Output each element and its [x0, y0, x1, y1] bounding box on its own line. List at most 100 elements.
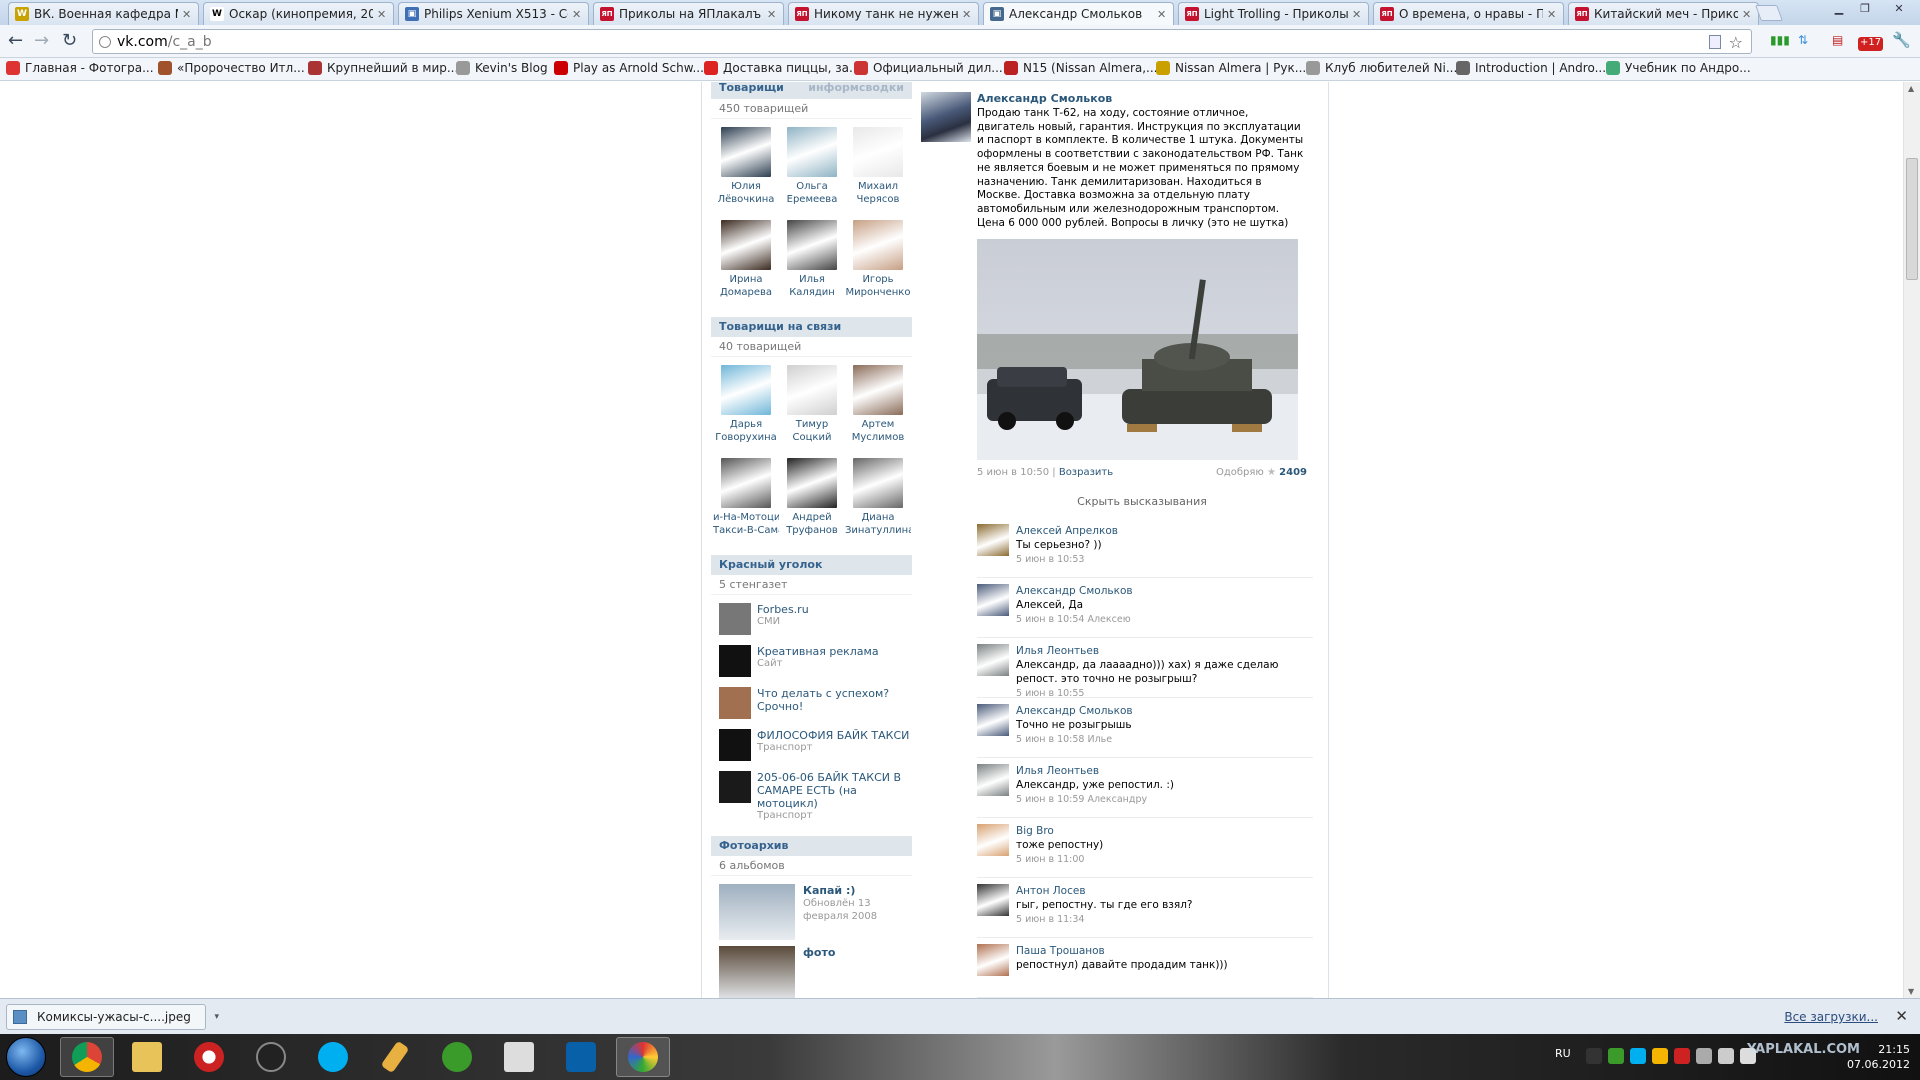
album-item[interactable]: Капай :) Обновлён 13 февраля 2008: [711, 878, 912, 940]
friend-avatar[interactable]: [721, 458, 771, 508]
comment-author[interactable]: Антон Лосев: [1016, 884, 1193, 898]
stats-extension-icon[interactable]: ▮▮▮: [1770, 33, 1790, 51]
download-menu-chevron-icon[interactable]: ▾: [214, 1012, 219, 1022]
friends-header[interactable]: Товарищи информсводки: [711, 82, 912, 99]
taskbar-winamp[interactable]: [244, 1037, 298, 1077]
friend-avatar[interactable]: [853, 127, 903, 177]
minimize-icon[interactable]: ▁: [1826, 0, 1852, 17]
comment-avatar[interactable]: [977, 644, 1009, 677]
friend-avatar[interactable]: [787, 365, 837, 415]
friend-first-name[interactable]: Артем: [845, 418, 911, 431]
taskbar-utorrent[interactable]: [430, 1037, 484, 1077]
comment-avatar[interactable]: [977, 704, 1009, 737]
album-cover[interactable]: [719, 884, 795, 940]
page-info-icon[interactable]: [99, 35, 111, 48]
friend-last-name[interactable]: Соцкий: [779, 431, 845, 444]
new-tab-button[interactable]: [1755, 5, 1783, 21]
system-clock[interactable]: 21:15 07.06.2012: [1847, 1042, 1910, 1072]
back-arrow-icon[interactable]: ←: [8, 32, 23, 50]
taskbar-explorer[interactable]: [120, 1037, 174, 1077]
tab-close-icon[interactable]: ✕: [1547, 8, 1559, 21]
comment-author[interactable]: Big Bro: [1016, 824, 1103, 838]
comment-date[interactable]: 5 июн в 10:53: [1016, 552, 1118, 568]
friend-card[interactable]: Юлия Лёвочкина: [713, 121, 779, 206]
tab-close-icon[interactable]: ✕: [1352, 8, 1364, 21]
friend-avatar[interactable]: [721, 127, 771, 177]
page-action-icon[interactable]: [1709, 35, 1721, 49]
comment-avatar[interactable]: [977, 764, 1009, 797]
friend-last-name[interactable]: Зинатуллина: [845, 524, 911, 537]
friend-card[interactable]: Андрей Труфанов: [779, 452, 845, 537]
friend-first-name[interactable]: Андрей: [779, 511, 845, 524]
comment-avatar[interactable]: [977, 884, 1009, 917]
comment-date[interactable]: 5 июн в 10:59 Александру: [1016, 792, 1174, 808]
friend-first-name[interactable]: Ольга: [779, 180, 845, 193]
taskbar-paint[interactable]: [616, 1037, 670, 1077]
friend-last-name[interactable]: Домарева: [713, 286, 779, 299]
bookmark-item[interactable]: Play as Arnold Schw...: [554, 61, 704, 75]
friend-first-name[interactable]: Дарья: [713, 418, 779, 431]
friend-last-name[interactable]: Калядин: [779, 286, 845, 299]
album-title[interactable]: Капай :): [803, 884, 912, 897]
taskbar-pencil-app[interactable]: [368, 1037, 422, 1077]
bookmark-item[interactable]: Крупнейший в мир...: [308, 61, 458, 75]
album-title[interactable]: фото: [803, 946, 835, 959]
taskbar-chrome[interactable]: [60, 1037, 114, 1077]
comment-date[interactable]: 5 июн в 11:34: [1016, 912, 1193, 928]
tab-close-icon[interactable]: ✕: [182, 8, 194, 21]
tab-close-icon[interactable]: ✕: [1157, 8, 1169, 21]
scroll-up-icon[interactable]: ▲: [1908, 84, 1914, 93]
comment-date[interactable]: 5 июн в 10:58 Илье: [1016, 732, 1133, 748]
public-avatar[interactable]: [719, 645, 751, 677]
comment-author[interactable]: Паша Трошанов: [1016, 944, 1228, 958]
browser-tab[interactable]: ЯП Light Trolling - Приколы н ✕: [1178, 2, 1369, 25]
albums-header[interactable]: Фотоархив: [711, 836, 912, 856]
friend-first-name[interactable]: Михаил: [845, 180, 911, 193]
tab-close-icon[interactable]: ✕: [767, 8, 779, 21]
comment-author[interactable]: Александр Смольков: [1016, 584, 1133, 598]
friend-last-name[interactable]: Лёвочкина: [713, 193, 779, 206]
browser-tab[interactable]: ▣ Александр Смольков ✕: [983, 2, 1174, 25]
public-avatar[interactable]: [719, 603, 751, 635]
comment-author[interactable]: Илья Леонтьев: [1016, 644, 1313, 658]
friend-first-name[interactable]: Илья: [779, 273, 845, 286]
friend-first-name[interactable]: и-На-Мотоцик: [713, 511, 779, 524]
browser-tab[interactable]: ▣ Philips Xenium X513 - Сото ✕: [398, 2, 589, 25]
browser-tab[interactable]: ЯП Китайский меч - Приколы ✕: [1568, 2, 1759, 25]
public-item[interactable]: Forbes.ru СМИ: [711, 597, 912, 639]
bookmark-item[interactable]: Доставка пиццы, за...: [704, 61, 860, 75]
tab-close-icon[interactable]: ✕: [377, 8, 389, 21]
bookmark-item[interactable]: Учебник по Андро...: [1606, 61, 1751, 75]
public-avatar[interactable]: [719, 771, 751, 803]
bookmark-item[interactable]: Клуб любителей Ni...: [1306, 61, 1457, 75]
bookmark-item[interactable]: «Пророчество Итл...: [158, 61, 305, 75]
tab-close-icon[interactable]: ✕: [962, 8, 974, 21]
friend-card[interactable]: Тимур Соцкий: [779, 359, 845, 444]
public-title[interactable]: ФИЛОСОФИЯ БАЙК ТАКСИ: [757, 729, 909, 742]
bookmark-item[interactable]: N15 (Nissan Almera,...: [1004, 61, 1158, 75]
friend-avatar[interactable]: [787, 458, 837, 508]
friend-card[interactable]: Дарья Говорухина: [713, 359, 779, 444]
calendar-extension-icon[interactable]: ▤: [1832, 33, 1843, 51]
comment-avatar[interactable]: [977, 524, 1009, 557]
network-tray-icon[interactable]: [1696, 1048, 1712, 1064]
friend-avatar[interactable]: [853, 220, 903, 270]
browser-tab[interactable]: W Оскар (кинопремия, 2004) ✕: [203, 2, 394, 25]
friend-avatar[interactable]: [721, 220, 771, 270]
friend-last-name[interactable]: Миронченко: [845, 286, 911, 299]
arrows-extension-icon[interactable]: ⇅: [1798, 33, 1808, 51]
browser-tab[interactable]: W ВК. Военная кафедра МФТ ✕: [8, 2, 199, 25]
reload-icon[interactable]: ↻: [62, 32, 77, 50]
tank-photo[interactable]: [977, 239, 1298, 461]
chrome-tray-icon[interactable]: [1652, 1048, 1668, 1064]
friend-avatar[interactable]: [721, 365, 771, 415]
friend-last-name[interactable]: Говорухина: [713, 431, 779, 444]
volume-tray-icon[interactable]: [1718, 1048, 1734, 1064]
public-item[interactable]: Что делать с успехом? Срочно!: [711, 681, 912, 723]
public-title[interactable]: Forbes.ru: [757, 603, 809, 616]
language-indicator[interactable]: RU: [1555, 1047, 1571, 1060]
friend-first-name[interactable]: Ирина: [713, 273, 779, 286]
all-downloads-link[interactable]: Все загрузки...: [1784, 1010, 1878, 1024]
bookmark-item[interactable]: Nissan Almera | Рук...: [1156, 61, 1306, 75]
steam-icon[interactable]: [1586, 1048, 1602, 1064]
